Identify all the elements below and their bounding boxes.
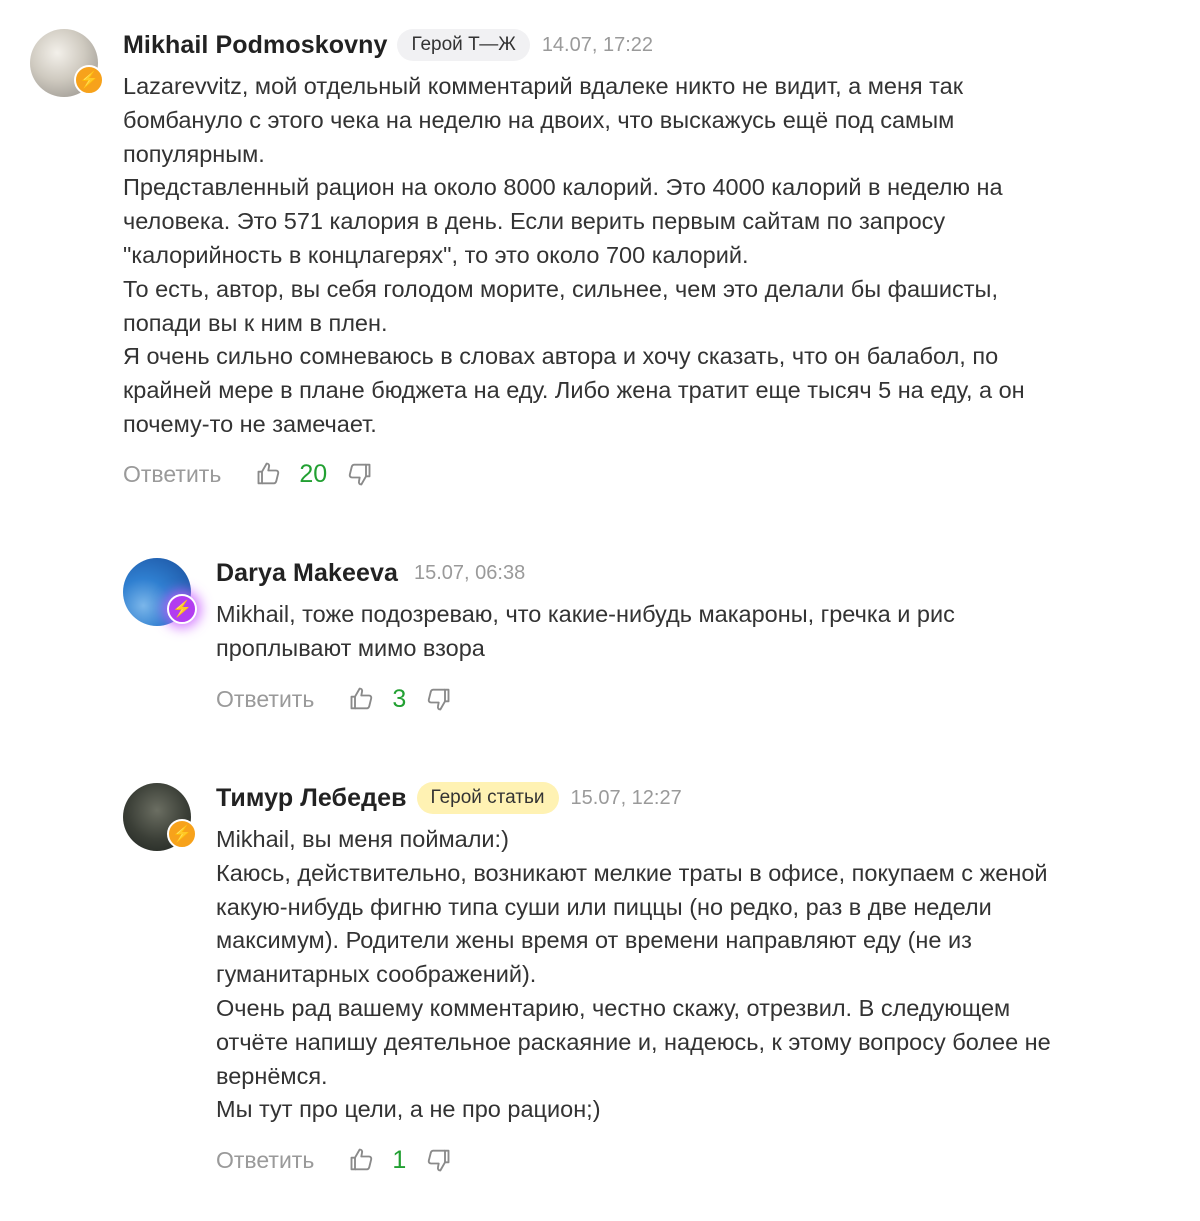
lightning-badge-icon: ⚡	[167, 819, 197, 849]
comment-line: бомбануло с этого чека на неделю на двои…	[123, 106, 955, 133]
comment-line: Очень рад вашему комментарию, честно ска…	[216, 994, 1011, 1021]
thumbs-down-icon[interactable]	[345, 460, 373, 488]
comment-line: попади вы к ним в плен.	[123, 309, 388, 336]
like-count: 1	[392, 1145, 407, 1174]
comment-text: Mikhail, вы меня поймали:) Каюсь, действ…	[216, 823, 1051, 1127]
comment-line: какую-нибудь фигню типа суши или пиццы (…	[216, 893, 992, 920]
thumbs-down-icon[interactable]	[424, 685, 452, 713]
author-name[interactable]: Mikhail Podmoskovny	[123, 31, 387, 60]
like-count: 3	[392, 684, 407, 713]
author-badge: Герой Т—Ж	[397, 29, 530, 61]
comment-line: Я очень сильно сомневаюсь в словах автор…	[123, 343, 999, 370]
author-name[interactable]: Darya Makeeva	[216, 559, 398, 588]
comment-line: крайней мере в плане бюджета на еду. Либ…	[123, 377, 1025, 404]
thumbs-up-icon[interactable]	[348, 685, 376, 713]
author-name[interactable]: Тимур Лебедев	[216, 784, 407, 813]
avatar[interactable]: ⚡	[30, 29, 104, 97]
comment-line: популярным.	[123, 140, 265, 167]
thumbs-up-icon[interactable]	[348, 1146, 376, 1174]
author-badge: Герой статьи	[416, 782, 559, 814]
comment-text: Lazarevvitz, мой отдельный комментарий в…	[123, 70, 1025, 442]
avatar[interactable]: ⚡	[123, 783, 197, 851]
comment-text: Mikhail, тоже подозреваю, что какие-нибу…	[216, 598, 955, 666]
comment-line: Mikhail, вы меня поймали:)	[216, 826, 509, 852]
comment-line: Lazarevvitz, мой отдельный комментарий в…	[123, 73, 964, 99]
thumbs-down-icon[interactable]	[424, 1146, 452, 1174]
comment-line: "калорийность в концлагерях", то это око…	[123, 241, 749, 268]
comment-line: отчёте напишу деятельное раскаяние и, на…	[216, 1028, 1051, 1055]
comment-line: Mikhail, тоже подозреваю, что какие-нибу…	[216, 601, 955, 627]
comment-line: человека. Это 571 калория в день. Если в…	[123, 208, 946, 235]
comment-line: То есть, автор, вы себя голодом морите, …	[123, 275, 998, 302]
comment-line: гуманитарных соображений).	[216, 961, 537, 988]
reply-button[interactable]: Ответить	[216, 1147, 314, 1174]
comment-date[interactable]: 15.07, 12:27	[571, 787, 682, 810]
comment-line: Каюсь, действительно, возникают мелкие т…	[216, 859, 1048, 886]
comment-line: Мы тут про цели, а не про рацион;)	[216, 1096, 601, 1123]
lightning-badge-icon: ⚡	[167, 594, 197, 624]
comment-line: вернёмся.	[216, 1062, 328, 1089]
comment-date[interactable]: 15.07, 06:38	[414, 562, 525, 585]
lightning-badge-icon: ⚡	[74, 65, 104, 95]
comment-line: почему-то не замечает.	[123, 410, 377, 437]
like-count: 20	[299, 459, 328, 488]
comment-line: Представленный рацион на около 8000 кало…	[123, 174, 1003, 201]
avatar[interactable]: ⚡	[123, 558, 197, 626]
reply-button[interactable]: Ответить	[216, 686, 314, 713]
thumbs-up-icon[interactable]	[255, 460, 283, 488]
comment-line: максимум). Родители жены время от времен…	[216, 927, 972, 954]
comment-date[interactable]: 14.07, 17:22	[542, 34, 653, 57]
comment-line: проплывают мимо взора	[216, 634, 485, 661]
reply-button[interactable]: Ответить	[123, 461, 221, 488]
